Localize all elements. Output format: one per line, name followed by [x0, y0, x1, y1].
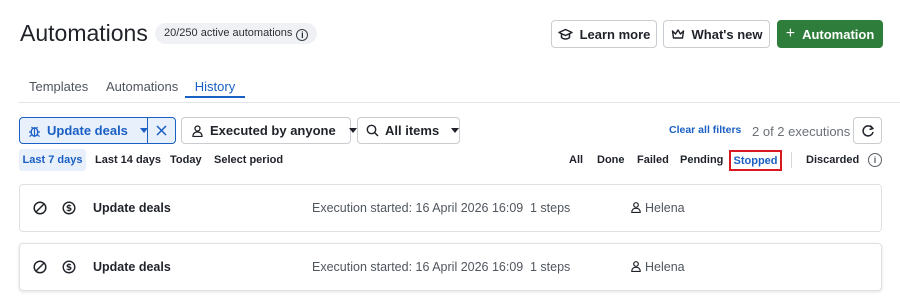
clear-filter-button[interactable]	[148, 118, 175, 143]
period-last-7-days[interactable]: Last 7 days	[19, 149, 86, 171]
status-filter-pending[interactable]: Pending	[680, 149, 723, 171]
items-dropdown[interactable]: All items	[357, 117, 460, 144]
person-icon	[631, 261, 641, 272]
execution-name: Update deals	[93, 260, 171, 274]
executed-by-label: Executed by anyone	[210, 123, 336, 138]
execution-row[interactable]: $ Update deals Execution started: 16 Apr…	[19, 184, 882, 232]
search-icon	[366, 124, 379, 137]
plus-icon: +	[785, 25, 796, 42]
status-filter-failed[interactable]: Failed	[637, 149, 669, 171]
graduation-cap-icon	[557, 28, 573, 41]
caret-down-icon	[348, 128, 357, 133]
info-icon[interactable]: i	[868, 153, 882, 167]
add-automation-label: Automation	[802, 26, 875, 42]
whats-new-label: What's new	[691, 26, 763, 42]
execution-steps: 1 steps	[530, 260, 571, 274]
clear-all-filters-link[interactable]: Clear all filters	[669, 124, 741, 136]
stopped-icon	[33, 201, 47, 215]
execution-name: Update deals	[93, 201, 171, 215]
whats-new-button[interactable]: What's new	[663, 20, 770, 48]
status-filter-discarded[interactable]: Discarded	[806, 149, 859, 171]
period-last-14-days[interactable]: Last 14 days	[95, 149, 161, 171]
automation-filter: Update deals	[19, 117, 176, 144]
info-icon[interactable]: i	[296, 29, 309, 41]
automation-filter-label: Update deals	[47, 123, 128, 138]
page-title: Automations	[20, 20, 148, 46]
execution-count: 2 of 2 executions	[752, 124, 851, 139]
close-icon	[156, 125, 167, 136]
active-automations-count: 20/250 active automations	[164, 27, 293, 39]
execution-started: Execution started: 16 April 2026 16:09	[312, 260, 524, 274]
caret-down-icon	[139, 128, 148, 133]
svg-text:$: $	[66, 204, 72, 214]
items-label: All items	[385, 123, 440, 138]
tab-templates[interactable]: Templates	[29, 79, 88, 94]
status-filter-done[interactable]: Done	[597, 149, 625, 171]
learn-more-button[interactable]: Learn more	[551, 20, 657, 48]
execution-started: Execution started: 16 April 2026 16:09	[312, 201, 524, 215]
tab-bar: Templates Automations History	[18, 74, 900, 103]
period-today[interactable]: Today	[170, 149, 202, 171]
refresh-button[interactable]	[853, 117, 882, 144]
execution-user: Helena	[645, 260, 685, 274]
divider	[791, 152, 792, 168]
page-header: Automations 20/250 active automations i L…	[20, 18, 883, 50]
stopped-icon	[33, 260, 47, 274]
status-filter-stopped[interactable]: Stopped	[729, 150, 782, 171]
money-icon: $	[62, 260, 76, 274]
person-icon	[192, 124, 203, 137]
active-automations-badge: 20/250 active automations i	[155, 23, 318, 44]
crown-icon	[671, 28, 685, 40]
money-icon: $	[62, 201, 76, 215]
tab-automations[interactable]: Automations	[106, 79, 178, 94]
execution-steps: 1 steps	[530, 201, 571, 215]
person-icon	[631, 202, 641, 213]
status-filter-all[interactable]: All	[569, 149, 583, 171]
learn-more-label: Learn more	[579, 26, 651, 42]
bug-icon	[28, 124, 41, 138]
tab-history[interactable]: History	[185, 74, 245, 98]
svg-text:$: $	[66, 263, 72, 273]
period-select[interactable]: Select period	[214, 149, 283, 171]
execution-row[interactable]: $ Update deals Execution started: 16 Apr…	[19, 243, 882, 291]
automation-filter-dropdown[interactable]: Update deals	[20, 118, 148, 143]
add-automation-button[interactable]: + Automation	[777, 20, 883, 48]
execution-user: Helena	[645, 201, 685, 215]
refresh-icon	[861, 124, 875, 138]
executed-by-dropdown[interactable]: Executed by anyone	[181, 117, 357, 144]
caret-down-icon	[451, 128, 460, 133]
